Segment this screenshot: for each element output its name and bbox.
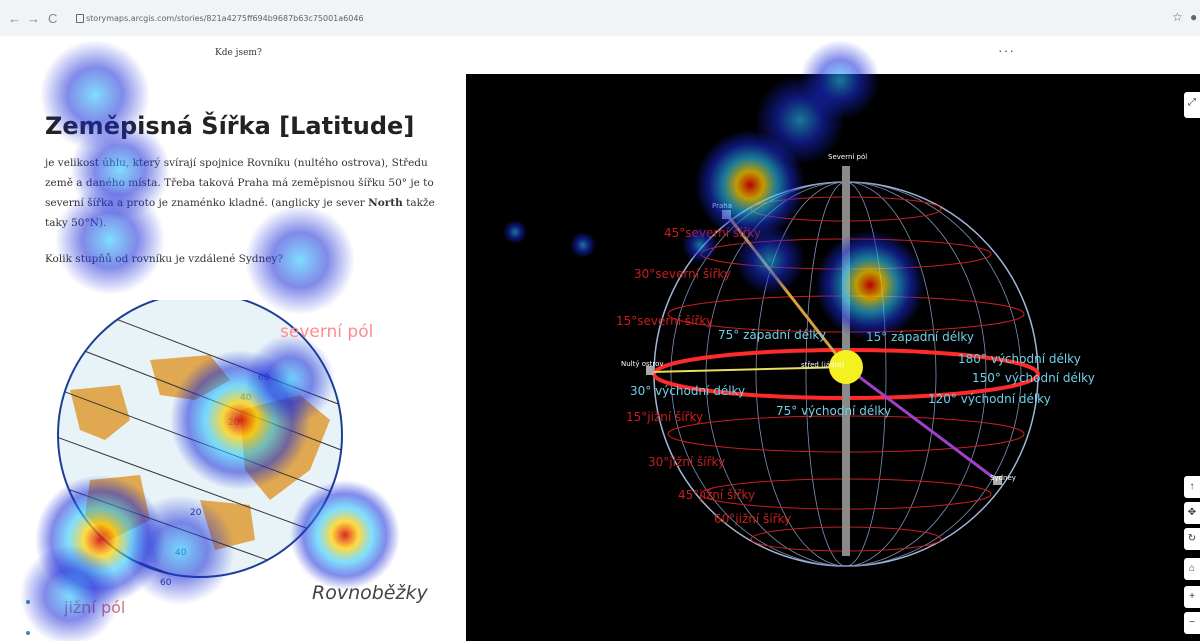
zoom-in-icon[interactable]: + <box>1184 586 1200 608</box>
lon-label: 30° východní délky <box>630 384 746 398</box>
question-text: Kolik stupňů od rovníku je vzdálené Sydn… <box>45 253 284 265</box>
browser-toolbar: ← → C storymaps.arcgis.com/stories/821a4… <box>0 0 1200 36</box>
lon-label: 180° východní délky <box>958 352 1081 366</box>
story-header <box>0 36 1200 75</box>
where-am-i-link[interactable]: Kde jsem? <box>215 48 262 58</box>
praha-label: Praha <box>712 202 732 210</box>
lon-label: 75° východní délky <box>776 404 892 418</box>
lock-icon <box>76 14 84 23</box>
profile-icon[interactable]: ● <box>1190 10 1197 24</box>
deg-label: 40 <box>240 393 252 403</box>
more-options-icon[interactable]: ··· <box>998 42 1015 58</box>
center-label: střed (jádro) <box>801 361 845 369</box>
deg-label: 20 <box>228 418 240 428</box>
lat-label: 45°jižní šířky <box>678 488 756 502</box>
deg-label: 20 <box>190 508 202 518</box>
reload-icon[interactable]: C <box>48 11 57 26</box>
star-icon[interactable]: ☆ <box>1172 10 1183 24</box>
scene-viewer[interactable]: Severní pól Praha Nultý ostrov střed (já… <box>466 74 1200 641</box>
lat-label: 15°jižní šířky <box>626 410 704 424</box>
sydney-label: Sydney <box>990 474 1016 482</box>
nulty-label: Nultý ostrov <box>621 360 664 368</box>
zoom-out-icon[interactable]: − <box>1184 612 1200 634</box>
deg-label: 60 <box>160 578 172 588</box>
deg-label: 40 <box>175 548 187 558</box>
address-bar[interactable]: storymaps.arcgis.com/stories/821a4275ff6… <box>86 14 364 23</box>
south-pole-label: jižní pól <box>64 598 126 617</box>
north-word: North <box>368 197 403 209</box>
nav-dot[interactable] <box>26 600 30 604</box>
parallels-label: Rovnoběžky <box>312 582 428 604</box>
praha-marker <box>722 210 731 219</box>
home-icon[interactable]: ⌂ <box>1184 558 1200 580</box>
lat-label: 60°jižní šířky <box>714 512 792 526</box>
page-title: Zeměpisná Šířka [Latitude] <box>45 112 415 140</box>
nav-dot[interactable] <box>26 631 30 635</box>
lon-label: 75° západní délky <box>718 328 827 342</box>
lon-label: 120° východní délky <box>928 392 1051 406</box>
expand-icon[interactable]: ⤢ <box>1184 92 1200 118</box>
arrow-right-icon[interactable]: → <box>27 11 40 26</box>
lat-label: 30°severní šířky <box>634 267 732 281</box>
north-pole-label: severní pól <box>280 322 374 342</box>
arrow-left-icon[interactable]: ← <box>8 11 21 26</box>
lat-label: 15°severní šířky <box>616 314 714 328</box>
lat-label: 45°severní šířky <box>664 226 762 240</box>
compass-icon[interactable]: ↑ <box>1184 476 1200 498</box>
lon-label: 150° východní délky <box>972 371 1095 385</box>
rotate-icon[interactable]: ↻ <box>1184 528 1200 550</box>
lon-label: 15° západní délky <box>866 330 975 344</box>
story-paragraph: je velikost úhlu, který svírají spojnice… <box>45 153 440 233</box>
lat-label: 30°jižní šířky <box>648 455 726 469</box>
north-pole-3d-label: Severní pól <box>828 153 868 161</box>
deg-label: 60 <box>258 373 270 383</box>
pan-icon[interactable]: ✥ <box>1184 502 1200 524</box>
